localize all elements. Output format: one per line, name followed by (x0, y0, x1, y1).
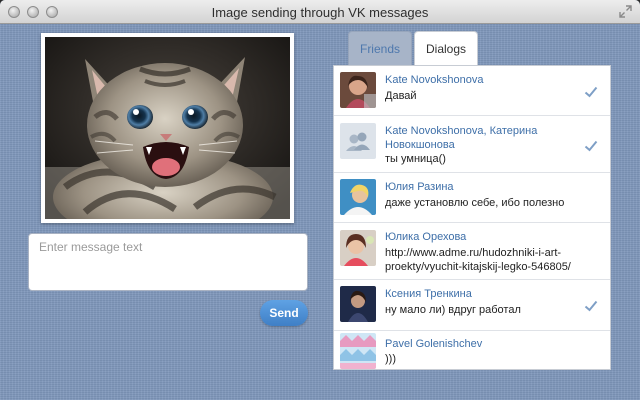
tab-dialogs[interactable]: Dialogs (414, 31, 478, 65)
avatar (340, 230, 376, 266)
group-chat-avatar (340, 123, 376, 159)
dialog-item[interactable]: Юлика Орехова http://www.adme.ru/hudozhn… (334, 223, 610, 280)
dialog-name: Юлия Разина (385, 181, 454, 193)
fullscreen-icon[interactable] (619, 5, 632, 18)
attached-image-frame (41, 33, 294, 223)
dialog-item[interactable]: Kate Novokshonova, Катерина Новокшонова … (334, 116, 610, 173)
title-bar: Image sending through VK messages (0, 0, 640, 24)
dialog-name: Ксения Тренкина (385, 288, 472, 300)
dialog-name: Юлика Орехова (385, 231, 467, 243)
message-input[interactable] (28, 233, 308, 291)
window-title: Image sending through VK messages (211, 5, 429, 20)
dialogs-list: Kate Novokshonova Давай Kate Novokshonov… (333, 65, 611, 370)
dialog-last-message: даже установлю себе, ибо полезно (385, 197, 565, 209)
avatar (340, 72, 376, 108)
dialog-last-message: Давай (385, 90, 417, 102)
tab-friends[interactable]: Friends (348, 31, 412, 65)
dialog-name: Kate Novokshonova, Катерина Новокшонова (385, 125, 538, 151)
kitten-image (45, 37, 290, 219)
dialog-last-message: ну мало ли) вдруг работал (385, 304, 521, 316)
send-button[interactable]: Send (260, 300, 308, 326)
app-window: Image sending through VK messages Enter … (0, 0, 640, 400)
dialog-item[interactable]: Юлия Разина даже установлю себе, ибо пол… (334, 173, 610, 223)
read-checkmark-icon (584, 86, 598, 98)
dialog-item[interactable]: Ксения Тренкина ну мало ли) вдруг работа… (334, 280, 610, 331)
dialog-last-message: http://www.adme.ru/hudozhniki-i-art-proe… (385, 247, 571, 273)
dialog-last-message: ))) (385, 353, 396, 365)
avatar (340, 179, 376, 215)
avatar (340, 333, 376, 369)
dialog-item[interactable]: Kate Novokshonova Давай (334, 66, 610, 116)
avatar (340, 286, 376, 322)
read-checkmark-icon (584, 140, 598, 152)
dialog-name: Pavel Golenishchev (385, 338, 483, 350)
dialog-item[interactable]: Pavel Golenishchev ))) (334, 331, 610, 369)
dialog-name: Kate Novokshonova (385, 74, 484, 86)
dialog-last-message: ты умница() (385, 153, 446, 165)
read-checkmark-icon (584, 300, 598, 312)
